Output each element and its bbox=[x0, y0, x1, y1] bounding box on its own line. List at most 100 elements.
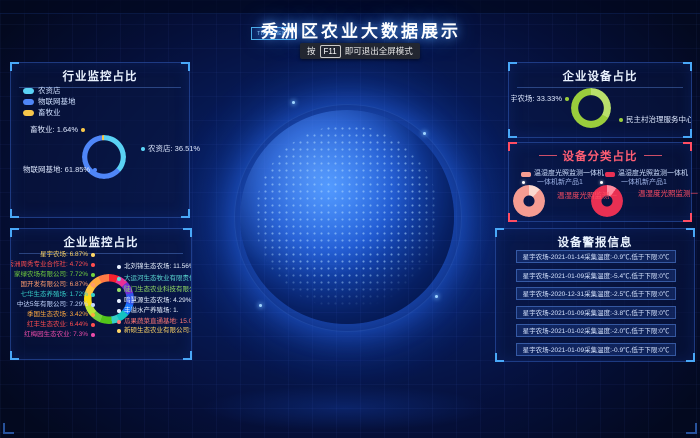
marker-dot bbox=[600, 181, 603, 184]
legend-label: 物联网基地 bbox=[38, 96, 76, 107]
chart-label-dot bbox=[565, 97, 569, 101]
chart-label: 秀洲周秀专业合作社: 4.72% bbox=[11, 260, 95, 269]
glow-dot bbox=[292, 101, 295, 104]
chart-label: 大运河生态牧业有限责任公 bbox=[117, 274, 191, 283]
legend-item[interactable]: 物联网基地 bbox=[23, 98, 76, 105]
chart-label: 丰溢水产养殖场: 1. bbox=[117, 306, 191, 315]
panel-enterprise-share: 企业监控占比 星宇农场: 6.87% 秀洲周秀专业合作社: 4.72% 家绿农场… bbox=[10, 228, 192, 360]
chart-label-dot bbox=[81, 128, 85, 132]
marker-dot bbox=[522, 181, 525, 184]
alarm-row: 星宇农场-2021-01-14采集温度:-0.9℃,低于下限:0℃ bbox=[516, 250, 676, 263]
chart-label-dot bbox=[91, 333, 95, 337]
chart-label-dot bbox=[91, 273, 95, 277]
chart-label-dot bbox=[91, 293, 95, 297]
chart-label: 北刘锦生态农场: 11.56% bbox=[117, 262, 191, 271]
page-corner bbox=[686, 423, 697, 434]
chart-label-text: 星宇农场: 33.33% bbox=[511, 94, 562, 103]
legend-label: 温湿度光照监测一体机 bbox=[534, 170, 604, 178]
chart-label-text: 瓜果蔬菜直通基地: 15.02% bbox=[124, 317, 191, 326]
dashboard: TIANZHENT 秀洲区农业大数据展示 按 F11 即可退出全屏模式 行业监控… bbox=[0, 0, 700, 438]
panel-device-share: 企业设备占比 星宇农场: 33.33% 民主村治理服务中心 bbox=[508, 62, 692, 138]
chart-label-dot bbox=[91, 313, 95, 317]
chart-label: 七华生态养殖场: 1.72% bbox=[11, 290, 95, 299]
chart-label: 国开发有限公司: 6.87% bbox=[11, 280, 95, 289]
floor-glow bbox=[200, 385, 490, 431]
chart-label-text: 红丰生态农业: 6.44% bbox=[27, 320, 88, 329]
legend-item[interactable]: 一体机新产品1 bbox=[537, 179, 583, 187]
device-donut-chart[interactable] bbox=[571, 88, 611, 128]
chart-label: 红梅园生态农业: 7.3% bbox=[11, 330, 95, 339]
panel-title: 设备警报信息 bbox=[504, 234, 686, 249]
legend-swatch bbox=[605, 172, 615, 177]
legend-item[interactable]: 温湿度光照监测一体机 bbox=[605, 170, 688, 178]
chart-callout-text: 温湿度光照监测一 bbox=[638, 189, 698, 198]
f11-keycap: F11 bbox=[320, 45, 341, 58]
chart-label-dot bbox=[91, 323, 95, 327]
chart-label-text: 红梅园生态农业: 7.3% bbox=[24, 330, 88, 339]
chart-label-text: 畜牧业: 1.64% bbox=[30, 125, 78, 134]
chart-label-dot bbox=[91, 283, 95, 287]
fullscreen-tooltip: 按 F11 即可退出全屏模式 bbox=[300, 43, 420, 59]
legend-item[interactable]: 温湿度光照监测一体机 bbox=[521, 170, 604, 178]
legend-item[interactable]: 农资店 bbox=[23, 87, 76, 94]
legend-swatch bbox=[23, 88, 34, 94]
chart-label-text: 陡门生态农业科技有限公 bbox=[124, 285, 191, 294]
chart-label-text: 物联网基地: 61.85% bbox=[23, 165, 90, 174]
chart-callout-b: 温湿度光照监测一 bbox=[638, 190, 698, 198]
chart-label: 瓜果蔬菜直通基地: 15.02% bbox=[117, 317, 191, 326]
chart-label-dot bbox=[117, 265, 121, 269]
chart-label-text: 七华生态养殖场: 1.72% bbox=[20, 290, 88, 299]
chart-callout-a: 温湿度光照监测一 bbox=[557, 192, 617, 200]
chart-label: 新硕生态农业有限公司: 6.87% bbox=[117, 326, 191, 335]
alarm-row: 星宇农场-2021-01-02采集温度:-2.0℃,低于下限:0℃ bbox=[516, 324, 676, 337]
alarm-row: 星宇农场-2021-01-09采集温度:-0.9℃,低于下限:0℃ bbox=[516, 343, 676, 356]
globe bbox=[240, 110, 454, 324]
legend-label: 一体机新产品1 bbox=[537, 179, 583, 187]
chart-label-text: 大运河生态牧业有限责任公 bbox=[124, 274, 191, 283]
panel-title: 企业设备占比 bbox=[517, 68, 683, 88]
glow-dot bbox=[259, 304, 262, 307]
panel-title: 设备分类占比 bbox=[517, 148, 683, 163]
alarm-list: 星宇农场-2021-01-14采集温度:-0.9℃,低于下限:0℃ 星宇农场-2… bbox=[516, 250, 676, 361]
page-corner bbox=[3, 423, 14, 434]
chart-label-text: 家绿农场有限公司: 7.72% bbox=[14, 270, 88, 279]
legend-label: 农资店 bbox=[38, 85, 61, 96]
page-title: 秀洲区农业大数据展示 bbox=[0, 17, 700, 42]
legend-label: 温湿度光照监测一体机 bbox=[618, 170, 688, 178]
chart-label-dot bbox=[93, 168, 97, 172]
globe-sheen bbox=[240, 110, 454, 324]
chart-label-dot bbox=[117, 309, 121, 313]
legend-label: 畜牧业 bbox=[38, 107, 61, 118]
legend-item[interactable]: 一体机新产品1 bbox=[621, 179, 667, 187]
tooltip-suffix: 即可退出全屏模式 bbox=[345, 45, 413, 57]
category-donut-a[interactable] bbox=[513, 185, 545, 217]
legend-swatch bbox=[23, 110, 34, 116]
glow-dot bbox=[423, 132, 426, 135]
chart-label-right: 民主村治理服务中心 bbox=[619, 115, 691, 124]
chart-label-text: 农资店: 36.51% bbox=[148, 144, 200, 153]
chart-label-dot bbox=[91, 253, 95, 257]
category-donut-b[interactable] bbox=[591, 185, 623, 217]
legend-label: 一体机新产品1 bbox=[621, 179, 667, 187]
chart-label-dot bbox=[117, 299, 121, 303]
chart-label-dot bbox=[141, 147, 145, 151]
chart-label-livestock: 畜牧业: 1.64% bbox=[13, 125, 85, 134]
chart-label-text: 中达5年有限公司: 7.29% bbox=[17, 300, 88, 309]
chart-label-text: 星宇农场: 6.87% bbox=[40, 250, 88, 259]
chart-label: 陡门生态农业科技有限公 bbox=[117, 285, 191, 294]
industry-legend: 农资店 物联网基地 畜牧业 bbox=[23, 87, 76, 120]
chart-label-text: 国开发有限公司: 6.87% bbox=[20, 280, 88, 289]
panel-device-alarms: 设备警报信息 星宇农场-2021-01-14采集温度:-0.9℃,低于下限:0℃… bbox=[495, 228, 695, 362]
chart-label-text: 秀洲周秀专业合作社: 4.72% bbox=[11, 260, 88, 269]
chart-label-dot bbox=[91, 263, 95, 267]
chart-label: 家绿农场有限公司: 7.72% bbox=[11, 270, 95, 279]
tooltip-prefix: 按 bbox=[307, 45, 316, 57]
chart-label-text: 鸣慧源生态农场: 4.29% bbox=[124, 296, 191, 305]
legend-item[interactable]: 畜牧业 bbox=[23, 109, 76, 116]
chart-label: 星宇农场: 6.87% bbox=[11, 250, 95, 259]
panel-industry-share: 行业监控占比 农资店 物联网基地 畜牧业 畜牧业: 1.64% 农资店: 36.… bbox=[10, 62, 190, 218]
alarm-row: 星宇农场-2020-12-31采集温度:-2.5℃,低于下限:0℃ bbox=[516, 287, 676, 300]
alarm-row: 星宇农场-2021-01-09采集温度:-5.4℃,低于下限:0℃ bbox=[516, 269, 676, 282]
chart-label-text: 民主村治理服务中心 bbox=[626, 115, 691, 124]
alarm-row: 星宇农场-2021-01-09采集温度:-3.8℃,低于下限:0℃ bbox=[516, 306, 676, 319]
